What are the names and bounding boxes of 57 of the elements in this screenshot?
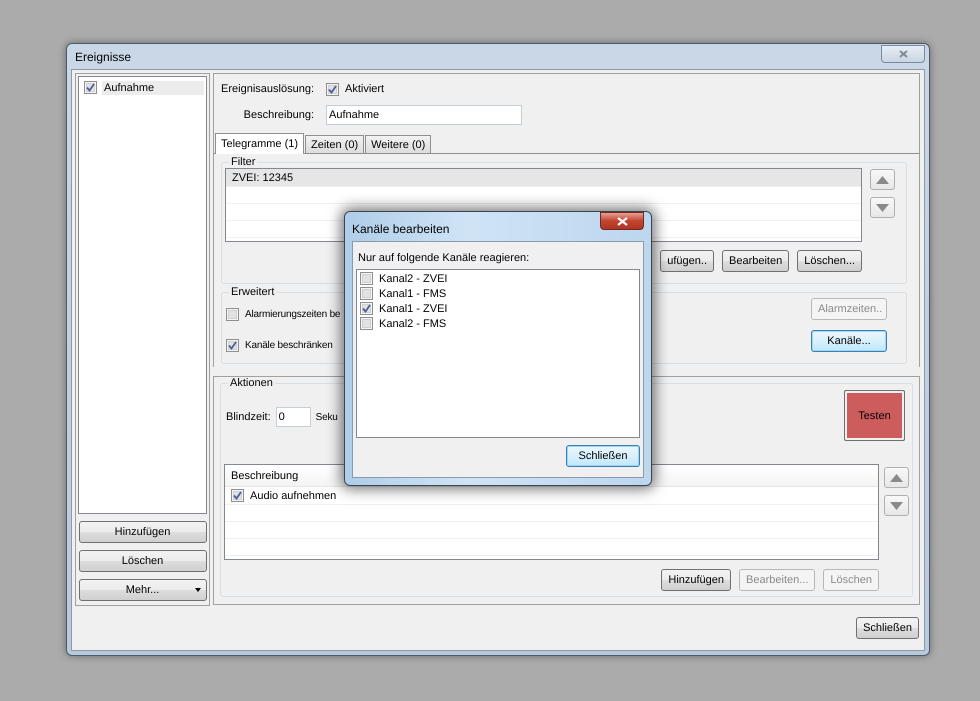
checkbox-label: Alarmierungszeiten be bbox=[245, 309, 340, 320]
prompt-text: Nur auf folgende Kanäle reagieren: bbox=[357, 252, 530, 264]
channel-label: Kanal2 - ZVEI bbox=[379, 272, 448, 284]
checkbox[interactable] bbox=[360, 302, 373, 315]
tab[interactable]: Weitere (0) bbox=[365, 135, 432, 153]
move-up-button[interactable] bbox=[884, 467, 909, 488]
unit-label: Seku bbox=[316, 412, 338, 422]
tab[interactable]: Telegramme (1) bbox=[215, 133, 304, 154]
channel-label: Kanal2 - FMS bbox=[379, 318, 446, 330]
move-down-button[interactable] bbox=[884, 495, 909, 516]
description-label: Beschreibung: bbox=[242, 109, 314, 121]
checkbox[interactable] bbox=[226, 339, 239, 352]
trigger-label: Ereignisauslösung: bbox=[220, 83, 314, 95]
checkbox[interactable] bbox=[226, 308, 239, 321]
close-window-button[interactable]: Schließen bbox=[856, 617, 919, 639]
move-up-button[interactable] bbox=[870, 169, 895, 190]
checkbox-label: Aktiviert bbox=[345, 83, 384, 95]
up-arrow-icon bbox=[890, 474, 903, 482]
filter-row[interactable]: ZVEI: 12345 bbox=[226, 169, 861, 187]
filter-button[interactable]: Löschen... bbox=[797, 250, 862, 272]
group-title: Erweitert bbox=[230, 286, 276, 298]
blind-time-field[interactable]: 0 bbox=[276, 407, 311, 427]
move-down-button[interactable] bbox=[870, 197, 895, 218]
checkbox[interactable] bbox=[84, 81, 97, 94]
checkbox[interactable] bbox=[231, 489, 244, 502]
checkbox[interactable] bbox=[326, 82, 339, 96]
action-label: Audio aufnehmen bbox=[250, 490, 336, 502]
checkbox-label: Kanäle beschränken bbox=[245, 340, 333, 351]
window-title: Ereignisse bbox=[75, 50, 132, 64]
close-button[interactable] bbox=[600, 212, 644, 230]
description-field[interactable]: Aufnahme bbox=[326, 105, 522, 125]
dialog-title: Kanäle bearbeiten bbox=[352, 222, 450, 236]
channel-label: Kanal1 - ZVEI bbox=[379, 302, 448, 314]
action-button[interactable]: Hinzufügen bbox=[661, 569, 732, 591]
filter-button[interactable]: ufügen.. bbox=[660, 250, 714, 272]
event-button[interactable]: Hinzufügen bbox=[78, 521, 206, 543]
group-title: Filter bbox=[230, 156, 256, 168]
down-arrow-icon bbox=[876, 204, 889, 212]
group-title: Aktionen bbox=[229, 377, 274, 389]
checkbox[interactable] bbox=[360, 287, 373, 300]
down-arrow-icon bbox=[890, 502, 903, 510]
checkbox[interactable] bbox=[360, 317, 373, 330]
tab[interactable]: Zeiten (0) bbox=[305, 135, 364, 153]
checkbox[interactable] bbox=[360, 272, 373, 285]
event-item[interactable]: Aufnahme bbox=[102, 80, 204, 94]
event-button[interactable]: Löschen bbox=[78, 550, 206, 572]
filter-button[interactable]: Bearbeiten bbox=[722, 250, 790, 272]
up-arrow-icon bbox=[876, 176, 889, 184]
close-icon bbox=[616, 216, 628, 226]
close-icon bbox=[898, 50, 908, 58]
channel-label: Kanal1 - FMS bbox=[379, 288, 446, 300]
test-button[interactable]: Testen bbox=[844, 390, 905, 441]
dialog-close-button[interactable]: Schließen bbox=[566, 445, 640, 467]
dropdown-button[interactable]: Mehr... bbox=[78, 579, 206, 601]
caret-icon bbox=[194, 588, 200, 592]
blind-time-label: Blindzeit: bbox=[226, 411, 271, 423]
extended-button[interactable]: Kanäle... bbox=[811, 330, 887, 352]
